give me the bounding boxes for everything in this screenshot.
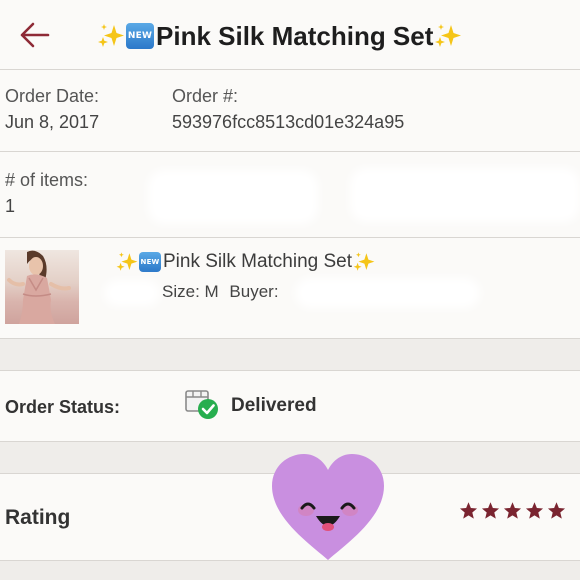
page-title-text: Pink Silk Matching Set [156,20,434,51]
smiling-heart-icon [272,454,384,560]
rating-stars [459,501,566,520]
items-count-label: # of items: [5,170,89,190]
order-number-value: 593976fcc8513cd01e324a95 [172,112,405,132]
star-icon [481,502,500,519]
delivered-box-icon [185,390,218,419]
sparkles-icon [435,24,462,47]
order-status-section: Order Status: Delivered [0,370,580,442]
product-meta: Size: M Buyer: [162,282,285,302]
redacted-area [148,170,318,224]
header-bar: NEW Pink Silk Matching Set [0,0,580,70]
product-title-text: Pink Silk Matching Set [163,251,353,272]
back-arrow-icon [20,22,50,48]
redacted-area [350,168,580,222]
items-count-value: 1 [5,196,16,216]
order-date-value: Jun 8, 2017 [5,112,100,132]
new-badge-icon: NEW [126,23,154,49]
buyer-label: Buyer: [229,282,279,301]
product-size: Size: M [162,282,219,301]
rating-label: Rating [5,506,71,529]
product-thumbnail[interactable] [5,250,79,324]
order-number-label: Order #: [172,86,239,106]
order-date-label: Order Date: [5,86,100,106]
product-title[interactable]: NEW Pink Silk Matching Set [115,250,376,274]
items-info-section: # of items: 1 [0,152,580,238]
redacted-area [295,278,480,308]
star-icon [525,502,544,519]
order-status-value: Delivered [231,395,317,416]
page-title: NEW Pink Silk Matching Set [96,18,463,54]
star-icon [459,502,478,519]
sparkles-icon [353,252,375,271]
product-photo [7,250,71,324]
star-icon [547,502,566,519]
back-button[interactable] [16,18,56,52]
order-status-label: Order Status: [5,397,121,417]
redacted-area [104,280,160,306]
product-row: NEW Pink Silk Matching Set Size: M Buyer… [0,238,580,339]
order-info-section: Order Date: Jun 8, 2017 Order #: 593976f… [0,70,580,152]
star-icon [503,502,522,519]
new-badge-icon: NEW [139,252,161,272]
sparkles-icon [116,252,138,271]
sparkles-icon [98,24,124,47]
